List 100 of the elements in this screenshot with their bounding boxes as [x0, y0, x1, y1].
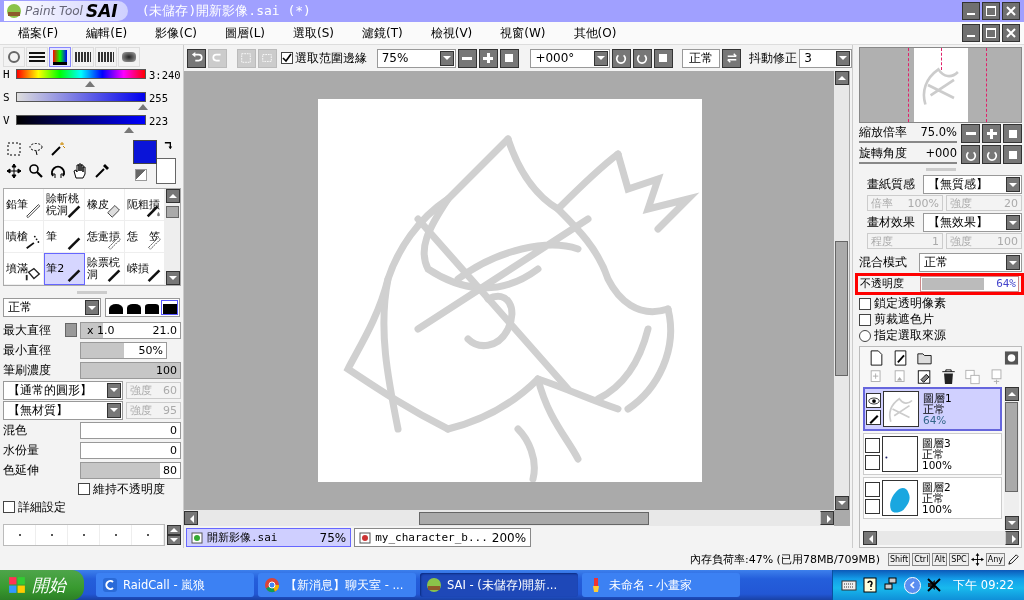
- scrollbar[interactable]: [165, 189, 180, 285]
- color-mode-tab[interactable]: [49, 47, 71, 67]
- undo-button[interactable]: [187, 48, 206, 68]
- layer-row[interactable]: 圖層3 正常 100%: [863, 433, 1002, 475]
- angle-dropdown[interactable]: +000°: [530, 48, 610, 68]
- modifier-key[interactable]: Ctrl: [912, 552, 931, 566]
- brush-shape-button[interactable]: [161, 300, 178, 315]
- radio-option[interactable]: 指定選取來源: [859, 328, 1022, 343]
- texture-dropdown[interactable]: 【無材質】: [3, 400, 123, 420]
- new-layer-icon[interactable]: [869, 350, 884, 366]
- swap-icon[interactable]: [163, 140, 174, 151]
- mask-icon[interactable]: [1004, 350, 1019, 366]
- brush-tool[interactable]: 筆2: [44, 253, 85, 285]
- opacity-slider[interactable]: 64%: [920, 276, 1019, 292]
- pen-icon[interactable]: [1007, 552, 1020, 566]
- modifier-key[interactable]: Alt: [932, 552, 948, 566]
- menu-item[interactable]: 影像(C): [141, 24, 211, 42]
- checkbox-option[interactable]: 剪裁遮色片: [859, 312, 1022, 327]
- close-button[interactable]: [1002, 2, 1020, 20]
- checkbox-option[interactable]: 鎖定透明像素: [859, 296, 1022, 311]
- primary-color-swatch[interactable]: [133, 140, 157, 164]
- menu-item[interactable]: 檔案(F): [4, 24, 73, 42]
- brush-tool[interactable]: 賒斬桃梡洞: [44, 189, 85, 221]
- brush-tool[interactable]: 鉛筆: [4, 189, 45, 221]
- visibility-toggle[interactable]: [865, 438, 880, 453]
- maximize-button[interactable]: [982, 2, 1000, 20]
- menu-item[interactable]: 圖層(L): [210, 24, 280, 42]
- edit-toggle[interactable]: [866, 410, 881, 425]
- texture-dropdown[interactable]: 【無質感】: [923, 175, 1022, 194]
- network-icon[interactable]: [883, 577, 900, 593]
- scrollbar[interactable]: [863, 531, 1019, 545]
- scroll-down-button[interactable]: [167, 535, 181, 545]
- taskbar-button[interactable]: SAI - (未儲存)開新...: [420, 573, 578, 597]
- document-tab[interactable]: 開新影像.sai 75%: [186, 528, 352, 547]
- document-tab[interactable]: my_character_b... 200%: [354, 528, 532, 547]
- menu-item[interactable]: 檢視(V): [416, 24, 487, 42]
- folder-icon[interactable]: [917, 350, 932, 366]
- start-button[interactable]: 開始: [0, 570, 84, 600]
- volume-muted-icon[interactable]: [926, 577, 943, 593]
- scroll-up-button[interactable]: [167, 525, 181, 535]
- value-slider[interactable]: 50%: [80, 341, 167, 359]
- reset-button[interactable]: [1003, 124, 1022, 143]
- minimize-button[interactable]: [962, 2, 980, 20]
- blend-mode-dropdown[interactable]: 正常: [919, 253, 1022, 272]
- help-icon[interactable]: [862, 577, 879, 593]
- color-slider[interactable]: [16, 115, 146, 134]
- color-slider[interactable]: [16, 92, 146, 111]
- visibility-toggle[interactable]: [866, 393, 881, 408]
- close-button[interactable]: [1002, 24, 1020, 42]
- clear-layer-icon[interactable]: [917, 369, 932, 385]
- keyboard-icon[interactable]: [841, 577, 858, 593]
- rotate-right-button[interactable]: [632, 48, 652, 68]
- texture-dropdown[interactable]: 【無效果】: [923, 213, 1022, 232]
- reset-button[interactable]: [653, 48, 673, 68]
- layer-row[interactable]: 圖層1 正常 64%: [863, 387, 1002, 431]
- taskbar-button[interactable]: 【新消息】聊天室 - ...: [258, 573, 416, 597]
- taskbar-button[interactable]: 未命名 - 小畫家: [582, 573, 740, 597]
- checkbox-option[interactable]: 詳細設定: [3, 499, 181, 515]
- trash-icon[interactable]: [941, 369, 956, 385]
- flip-button[interactable]: [722, 48, 742, 68]
- value-slider[interactable]: 100: [80, 361, 181, 379]
- mode-button[interactable]: 正常: [682, 48, 721, 68]
- menu-item[interactable]: 選取(S): [279, 24, 348, 42]
- blend-mode-dropdown[interactable]: 正常: [3, 298, 101, 317]
- selection-edge-checkbox[interactable]: 選取范圍邊緣: [280, 49, 367, 67]
- edit-toggle[interactable]: [865, 455, 880, 470]
- zoom-out-button[interactable]: [961, 124, 980, 143]
- scrollbar[interactable]: [184, 510, 834, 526]
- rotate-left-button[interactable]: [611, 48, 631, 68]
- menu-item[interactable]: 其他(O): [559, 24, 631, 42]
- scrollbar[interactable]: [1004, 387, 1019, 530]
- zoom-in-button[interactable]: [478, 48, 498, 68]
- new-vector-layer-icon[interactable]: [893, 350, 908, 366]
- texture-dropdown[interactable]: 【通常的圓形】: [3, 380, 123, 400]
- value-slider[interactable]: 80: [80, 461, 181, 479]
- zoom-dropdown[interactable]: 75%: [376, 48, 456, 68]
- brush-tool[interactable]: 橡皮: [84, 189, 125, 221]
- brush-tool[interactable]: 賒票梡洞: [84, 253, 125, 285]
- scrollbar[interactable]: [834, 71, 849, 510]
- reset-button[interactable]: [1003, 145, 1022, 164]
- zoom-in-button[interactable]: [982, 124, 1001, 143]
- visibility-toggle[interactable]: [865, 482, 880, 497]
- modifier-key[interactable]: Shift: [887, 552, 911, 566]
- zoom-out-button[interactable]: [457, 48, 477, 68]
- restore-button[interactable]: [982, 24, 1000, 42]
- slider-thumb[interactable]: [124, 127, 135, 133]
- edit-toggle[interactable]: [865, 499, 880, 514]
- reset-button[interactable]: [499, 48, 519, 68]
- value-slider[interactable]: x 1.0 21.0: [80, 321, 181, 339]
- checkbox-option[interactable]: 維持不透明度: [78, 481, 181, 497]
- menu-item[interactable]: 視窗(W): [486, 24, 560, 42]
- modifier-key[interactable]: SPC: [949, 552, 969, 566]
- brush-tool[interactable]: 嘖槍: [4, 221, 45, 253]
- taskbar-button[interactable]: RaidCall - 嵐狼: [96, 573, 254, 597]
- color-slider[interactable]: [16, 69, 146, 88]
- secondary-color-swatch[interactable]: [156, 158, 176, 184]
- rotate-right-button[interactable]: [982, 145, 1001, 164]
- menu-item[interactable]: 濾鏡(T): [348, 24, 417, 42]
- rotate-left-button[interactable]: [961, 145, 980, 164]
- stabilizer-dropdown[interactable]: 3: [799, 48, 852, 68]
